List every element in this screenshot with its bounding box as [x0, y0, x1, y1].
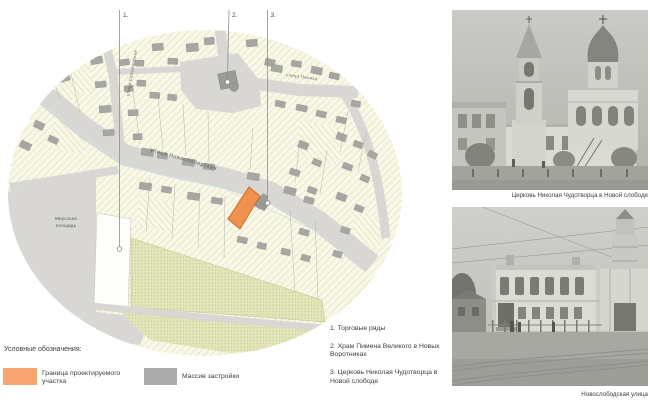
- list-item-1-num: 1.: [330, 325, 336, 332]
- miusskaya-square-label-line2: площадь: [56, 223, 77, 228]
- marker-dot-1: [117, 247, 122, 252]
- list-item-3: 3. Церковь Николая Чудотворца в Новой сл…: [330, 369, 458, 386]
- marker-number-1: 1.: [123, 12, 129, 19]
- map-key-list: 1. Торговые ряды 2. Храм Пимена Великого…: [330, 325, 458, 396]
- marker-dot-2: [225, 80, 230, 85]
- list-item-1: 1. Торговые ряды: [330, 325, 458, 333]
- marker-number-3: 3.: [271, 12, 277, 19]
- list-item-2: 2. Храм Пимена Великого в Новых Воротник…: [330, 343, 458, 360]
- marker-number-2: 2.: [232, 12, 238, 19]
- map-oval: улица Новослободская улица Селезневская …: [6, 28, 402, 356]
- legend-label-building-massif: Массив застройки: [182, 373, 239, 380]
- list-item-3-num: 3.: [330, 369, 336, 376]
- legend-swatch-building-massif: [144, 368, 177, 385]
- photo-street-caption: Новослободская улица: [452, 391, 648, 398]
- legend-swatch-project-site: [3, 368, 37, 385]
- miusskaya-square-label-line1: Миусская: [55, 216, 77, 221]
- photo-church-caption: Церковь Николая Чудотворца в Новой слобо…: [452, 192, 648, 199]
- marker-dot-3: [265, 201, 270, 206]
- white-parcel: [94, 213, 131, 308]
- photo-church: [452, 10, 648, 190]
- list-item-1-text: Торговые ряды: [338, 325, 386, 332]
- photo-church-image: [452, 10, 648, 190]
- photo-street-image: [452, 207, 648, 386]
- presentation-board: улица Новослободская улица Селезневская …: [0, 0, 650, 408]
- list-item-3-text: Церковь Николая Чудотворца в Новой слобо…: [330, 369, 437, 384]
- legend-label-project-site: Граница проектируемого участка: [42, 370, 134, 386]
- list-item-2-num: 2.: [330, 343, 336, 350]
- legend-title: Условные обозначения:: [4, 346, 82, 353]
- list-item-2-text: Храм Пимена Великого в Новых Воротниках: [330, 343, 440, 358]
- photo-street: [452, 207, 648, 386]
